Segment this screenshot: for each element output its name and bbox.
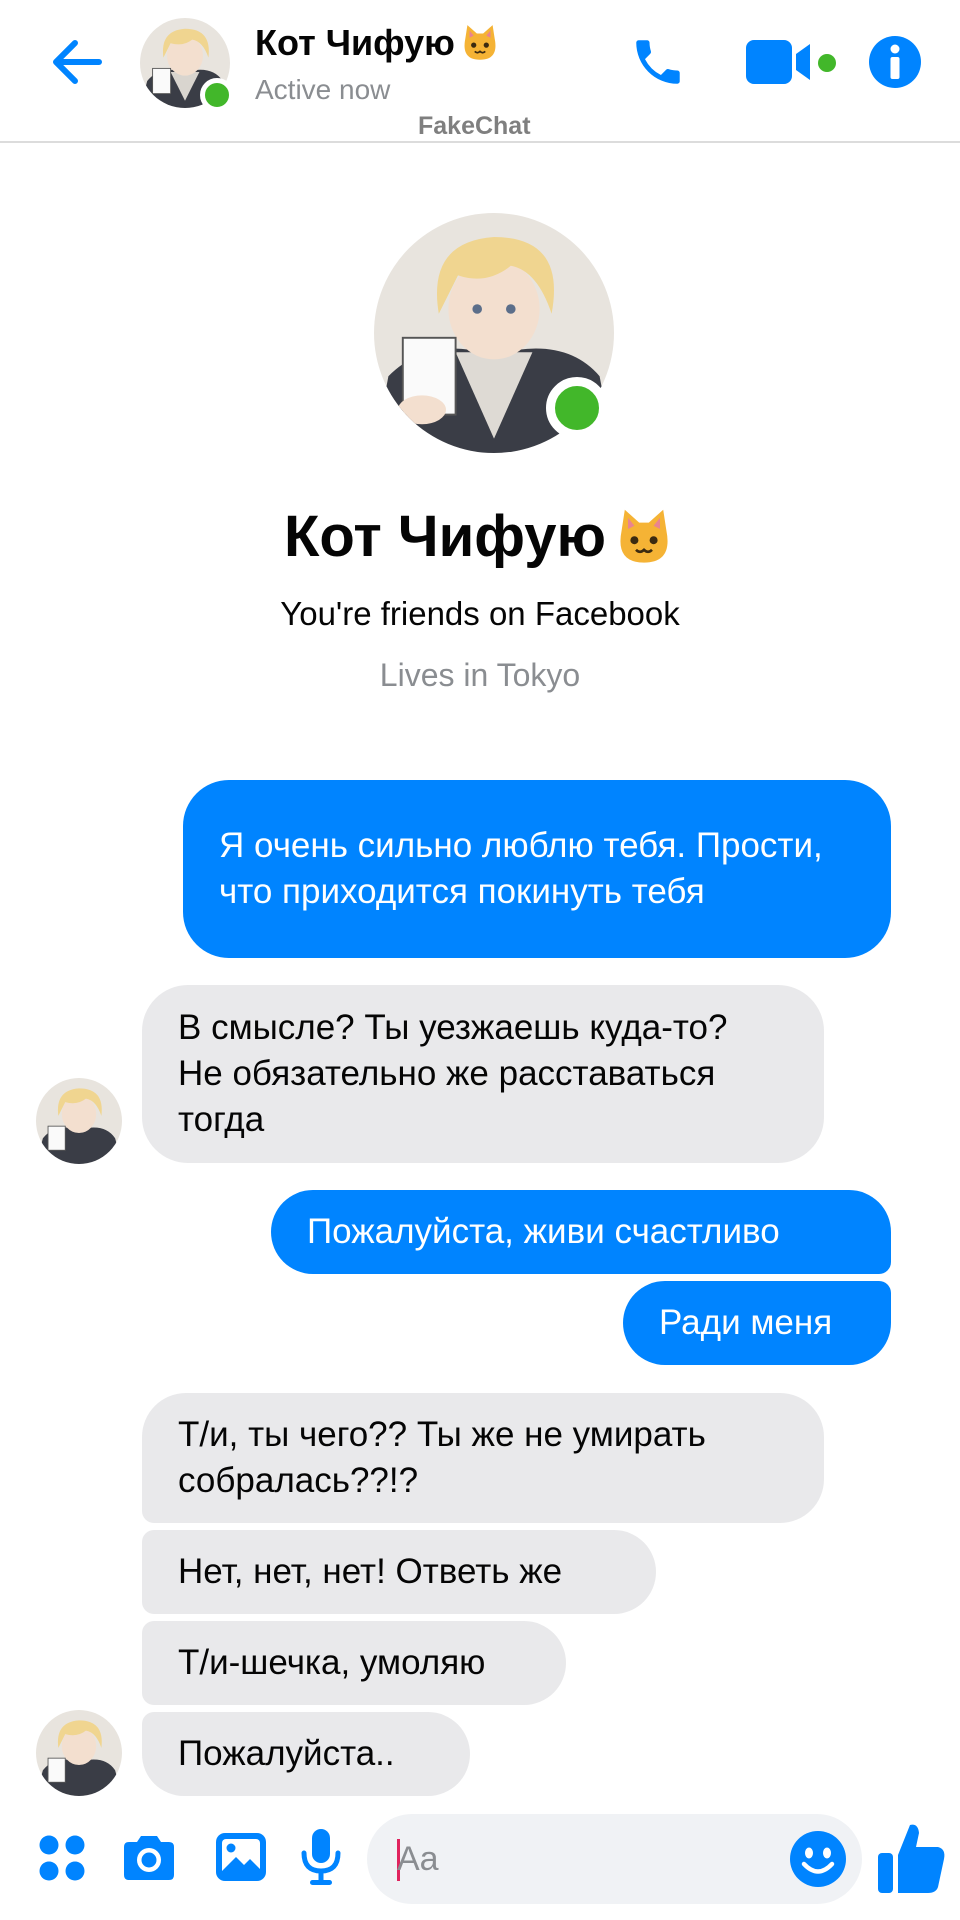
apps-grid-icon <box>39 1835 85 1881</box>
message-bubble-outgoing[interactable]: Я очень сильно люблю тебя. Прости, что п… <box>183 780 891 958</box>
profile-name: Кот Чифую <box>0 503 960 570</box>
message-text: Пожалуйста.. <box>178 1734 395 1773</box>
info-icon <box>869 36 921 88</box>
thumbs-up-icon <box>878 1824 945 1893</box>
contact-name-text: Кот Чифую <box>255 22 455 63</box>
message-input[interactable] <box>397 1814 777 1904</box>
phone-icon <box>636 40 680 84</box>
message-avatar[interactable] <box>36 1078 122 1164</box>
presence-dot <box>200 78 234 112</box>
watermark: FakeChat <box>418 112 531 140</box>
gallery-icon <box>216 1833 266 1881</box>
contact-avatar[interactable] <box>140 18 234 112</box>
cat-emoji-icon <box>620 509 668 563</box>
profile-name-text: Кот Чифую <box>283 504 607 569</box>
chat-header: Кот Чифую Active now FakeChat <box>0 0 960 143</box>
avatar-illustration <box>36 1710 122 1796</box>
microphone-icon <box>301 1829 341 1885</box>
like-button[interactable] <box>874 1816 950 1900</box>
video-active-dot <box>818 54 836 72</box>
message-bubble-incoming[interactable]: Пожалуйста.. <box>142 1712 470 1796</box>
message-text: Я очень сильно люблю тебя. Прости, что п… <box>219 826 823 911</box>
back-button[interactable] <box>44 30 108 94</box>
message-bubble-outgoing[interactable]: Пожалуйста, живи счастливо <box>271 1190 891 1274</box>
message-text: Т/и, ты чего?? Ты же не умирать собралас… <box>178 1415 706 1500</box>
voice-call-button[interactable] <box>626 30 690 94</box>
message-input-box[interactable] <box>367 1814 862 1904</box>
contact-name[interactable]: Кот Чифую <box>255 22 501 64</box>
message-bubble-incoming[interactable]: Нет, нет, нет! Ответь же <box>142 1530 656 1614</box>
profile-presence-dot <box>546 377 608 439</box>
message-text: Нет, нет, нет! Ответь же <box>178 1552 563 1591</box>
location-note: Lives in Tokyo <box>379 657 581 693</box>
apps-button[interactable] <box>34 1830 90 1886</box>
profile-avatar[interactable] <box>374 213 614 453</box>
emoji-icon <box>790 1831 846 1887</box>
contact-status: Active now <box>255 74 391 105</box>
message-bubble-incoming[interactable]: Т/и-шечка, умоляю <box>142 1621 566 1705</box>
composer-bar <box>0 1800 960 1920</box>
voice-message-button[interactable] <box>294 1824 348 1890</box>
camera-button[interactable] <box>118 1830 180 1886</box>
back-arrow-icon <box>53 40 102 84</box>
message-bubble-incoming[interactable]: Т/и, ты чего?? Ты же не умирать собралас… <box>142 1393 824 1523</box>
message-text: Ради меня <box>659 1303 833 1342</box>
friends-note: You're friends on Facebook <box>280 595 680 632</box>
message-text: Т/и-шечка, умоляю <box>178 1643 486 1682</box>
emoji-button[interactable] <box>785 1826 851 1892</box>
message-avatar[interactable] <box>36 1710 122 1796</box>
info-button[interactable] <box>868 35 922 89</box>
cat-emoji-icon <box>464 25 496 60</box>
message-text: Пожалуйста, живи счастливо <box>307 1212 780 1251</box>
message-text: В смысле? Ты уезжаешь куда-то? Не обязат… <box>178 1008 728 1139</box>
message-bubble-incoming[interactable]: В смысле? Ты уезжаешь куда-то? Не обязат… <box>142 985 824 1163</box>
gallery-button[interactable] <box>210 1828 272 1886</box>
avatar-illustration <box>36 1078 122 1164</box>
message-bubble-outgoing[interactable]: Ради меня <box>623 1281 891 1365</box>
camera-icon <box>124 1836 174 1880</box>
